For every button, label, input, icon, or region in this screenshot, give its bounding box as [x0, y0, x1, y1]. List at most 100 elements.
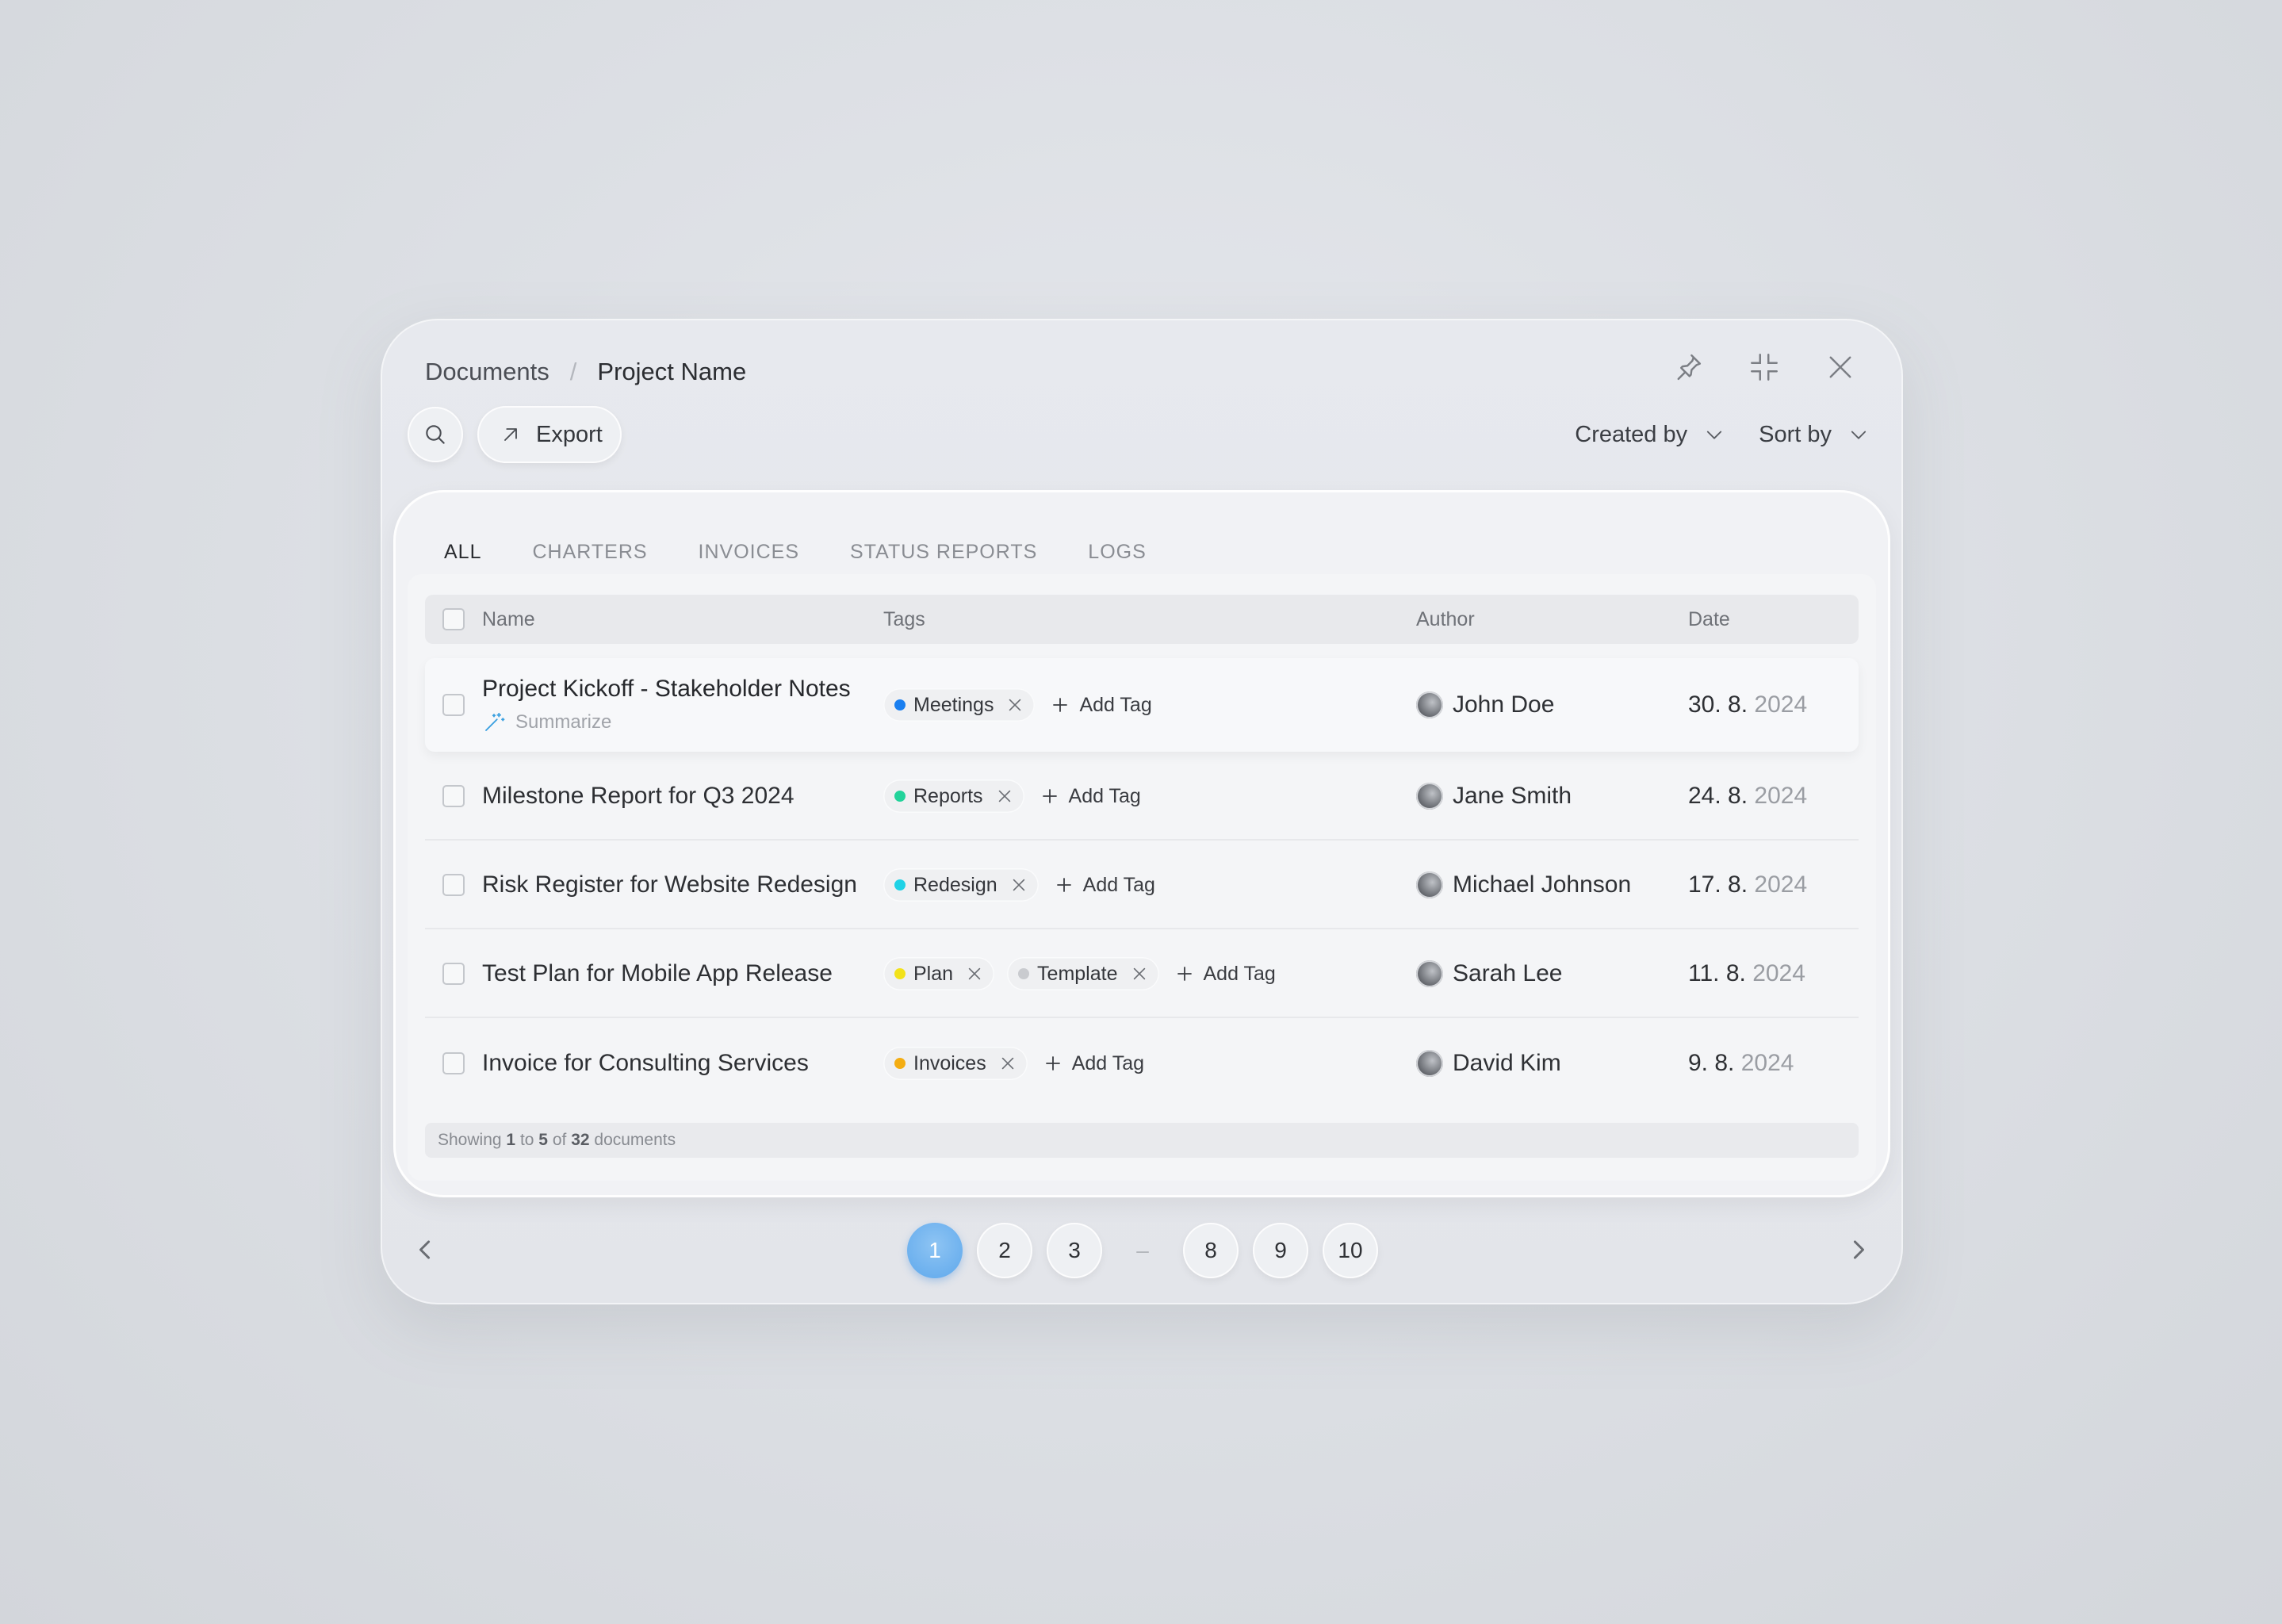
table-row[interactable]: Project Kickoff - Stakeholder Notes Summ… [425, 658, 1859, 752]
author-name: Sarah Lee [1453, 960, 1563, 986]
minimize-icon[interactable] [1748, 350, 1781, 384]
plus-icon [1053, 698, 1068, 712]
tag-label: Meetings [913, 693, 994, 716]
add-tag-label: Add Tag [1079, 693, 1152, 716]
row-checkbox[interactable] [442, 1052, 465, 1074]
documents-table: Name Tags Author Date Project Kickoff - … [408, 574, 1876, 1181]
page-button-1[interactable]: 1 [907, 1223, 963, 1278]
add-tag-label: Add Tag [1203, 962, 1276, 985]
tag-chip: Plan [883, 957, 995, 990]
avatar [1416, 871, 1443, 898]
tag-color-dot [894, 968, 906, 979]
row-checkbox[interactable] [442, 694, 465, 716]
add-tag-button[interactable]: Add Tag [1040, 785, 1141, 808]
document-date: 9. 8. 2024 [1688, 1050, 1794, 1076]
table-row[interactable]: Milestone Report for Q3 2024 Reports Add… [425, 753, 1859, 841]
page-button-8[interactable]: 8 [1183, 1223, 1239, 1278]
page-button-9[interactable]: 9 [1253, 1223, 1308, 1278]
avatar [1416, 960, 1443, 987]
page-button-2[interactable]: 2 [977, 1223, 1032, 1278]
pagination: 1 2 3 – 8 9 10 [381, 1223, 1903, 1278]
pin-icon[interactable] [1671, 350, 1705, 384]
sort-by-label: Sort by [1759, 421, 1832, 447]
tag-chip: Invoices [883, 1047, 1028, 1080]
author-name: Jane Smith [1453, 783, 1572, 809]
tag-chip: Meetings [883, 688, 1036, 722]
header-author[interactable]: Author [1416, 608, 1688, 631]
tag-color-dot [894, 1058, 906, 1069]
table-row[interactable]: Invoice for Consulting Services Invoices… [425, 1020, 1859, 1107]
summarize-button[interactable]: Summarize [482, 710, 883, 734]
remove-tag-icon[interactable] [999, 1055, 1017, 1072]
document-date: 17. 8. 2024 [1688, 871, 1808, 898]
documents-panel: ALL CHARTERS INVOICES STATUS REPORTS LOG… [393, 490, 1890, 1197]
chevron-left-icon[interactable] [408, 1232, 442, 1267]
tag-color-dot [894, 791, 906, 802]
plus-icon [1177, 967, 1192, 981]
breadcrumb-root[interactable]: Documents [425, 358, 549, 386]
page-ellipsis: – [1136, 1238, 1149, 1262]
add-tag-button[interactable]: Add Tag [1055, 874, 1155, 897]
sort-by-dropdown[interactable]: Sort by [1759, 422, 1870, 448]
chevron-down-icon [1851, 431, 1867, 439]
tag-label: Redesign [913, 873, 997, 896]
author-name: Michael Johnson [1453, 871, 1632, 898]
page-list: 1 2 3 – 8 9 10 [907, 1223, 1378, 1278]
summarize-label: Summarize [515, 711, 612, 733]
search-button[interactable] [408, 407, 463, 462]
page-button-3[interactable]: 3 [1047, 1223, 1102, 1278]
add-tag-button[interactable]: Add Tag [1051, 693, 1152, 717]
breadcrumb: Documents / Project Name [425, 352, 746, 392]
document-name[interactable]: Project Kickoff - Stakeholder Notes [482, 676, 883, 703]
avatar [1416, 1050, 1443, 1077]
toolbar-left: Export [408, 406, 622, 463]
header-date[interactable]: Date [1688, 608, 1859, 631]
add-tag-button[interactable]: Add Tag [1043, 1052, 1144, 1075]
close-icon[interactable] [1824, 350, 1857, 384]
remove-tag-icon[interactable] [1131, 965, 1148, 982]
created-by-label: Created by [1575, 421, 1688, 447]
magic-wand-icon [485, 712, 505, 731]
page-button-10[interactable]: 10 [1323, 1223, 1378, 1278]
arrow-up-right-icon [504, 428, 517, 441]
plus-icon [1042, 789, 1057, 803]
export-button[interactable]: Export [477, 406, 622, 463]
header-name[interactable]: Name [482, 608, 883, 631]
author-name: John Doe [1453, 691, 1555, 718]
document-name[interactable]: Invoice for Consulting Services [482, 1050, 883, 1077]
avatar [1416, 691, 1443, 718]
tag-label: Reports [913, 784, 983, 807]
window-controls [1671, 350, 1857, 384]
table-row[interactable]: Risk Register for Website Redesign Redes… [425, 842, 1859, 929]
remove-tag-icon[interactable] [1010, 876, 1028, 894]
row-checkbox[interactable] [442, 785, 465, 807]
table-row[interactable]: Test Plan for Mobile App Release Plan Te… [425, 931, 1859, 1018]
tag-color-dot [894, 699, 906, 710]
document-name[interactable]: Test Plan for Mobile App Release [482, 960, 883, 987]
breadcrumb-separator: / [569, 358, 577, 385]
avatar [1416, 783, 1443, 810]
document-name[interactable]: Milestone Report for Q3 2024 [482, 783, 883, 810]
breadcrumb-current: Project Name [597, 358, 747, 385]
created-by-dropdown[interactable]: Created by [1575, 422, 1725, 448]
search-icon [426, 425, 445, 444]
plus-icon [1045, 1056, 1060, 1071]
author-name: David Kim [1453, 1050, 1561, 1076]
results-summary: Showing 1 to 5 of 32 documents [425, 1123, 1859, 1158]
tag-chip: Redesign [883, 868, 1039, 902]
document-date: 30. 8. 2024 [1688, 691, 1808, 718]
row-checkbox[interactable] [442, 874, 465, 896]
remove-tag-icon[interactable] [996, 787, 1013, 805]
add-tag-label: Add Tag [1082, 873, 1155, 896]
remove-tag-icon[interactable] [966, 965, 983, 982]
select-all-checkbox[interactable] [442, 608, 465, 630]
tag-label: Template [1037, 962, 1118, 985]
table-header: Name Tags Author Date [425, 595, 1859, 644]
remove-tag-icon[interactable] [1006, 696, 1024, 714]
tag-color-dot [1018, 968, 1030, 979]
document-name[interactable]: Risk Register for Website Redesign [482, 871, 883, 898]
add-tag-button[interactable]: Add Tag [1175, 963, 1276, 986]
chevron-right-icon[interactable] [1841, 1232, 1876, 1267]
header-tags: Tags [883, 607, 925, 630]
row-checkbox[interactable] [442, 963, 465, 985]
